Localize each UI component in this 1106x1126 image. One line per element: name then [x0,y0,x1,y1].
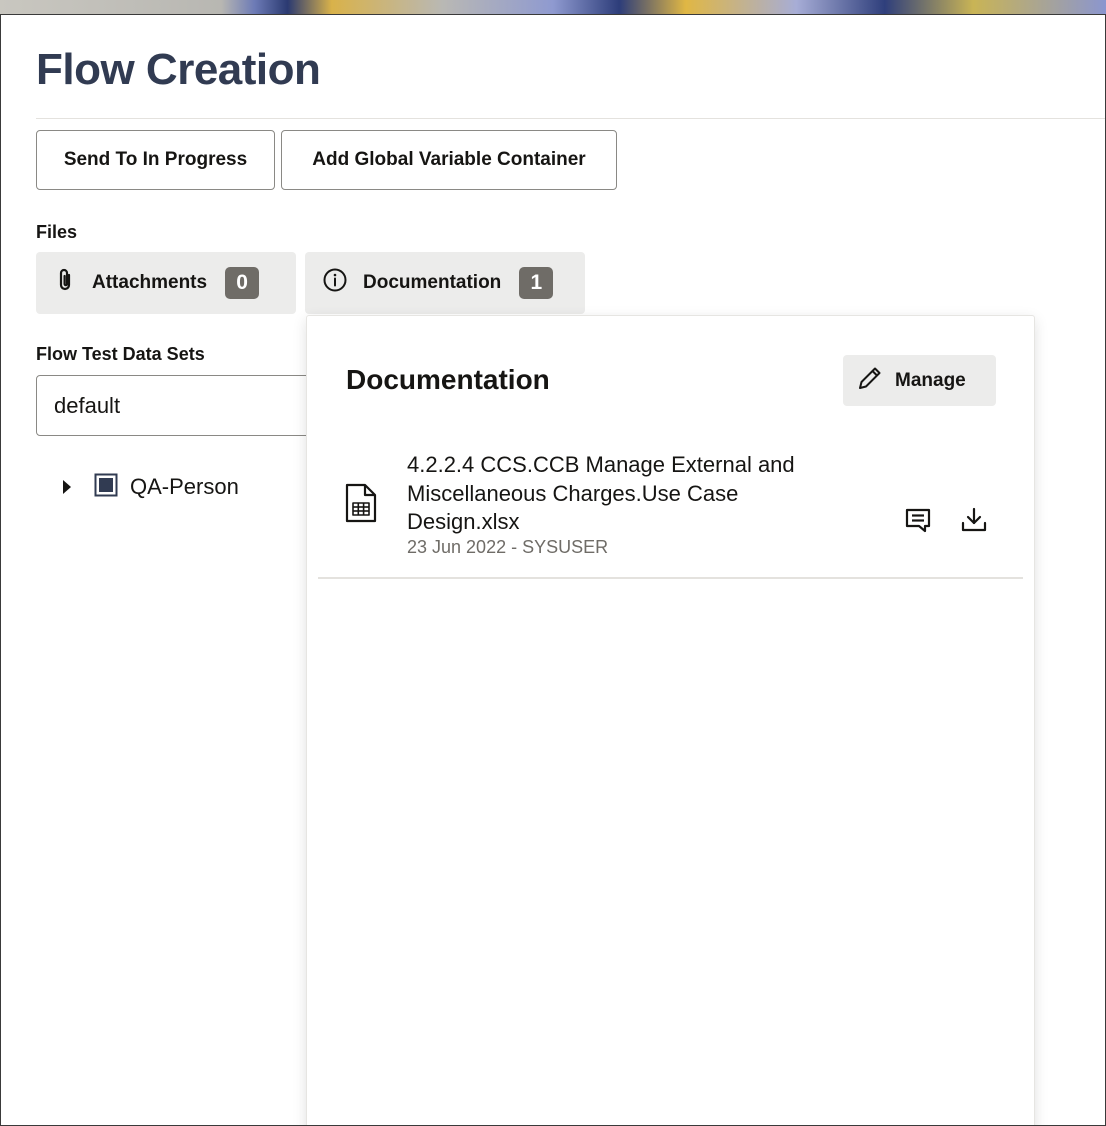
popover-title: Documentation [346,364,550,395]
attachments-count-badge: 0 [225,267,260,299]
expand-caret-icon[interactable] [56,476,78,498]
document-meta: 23 Jun 2022 - SYSUSER [407,537,609,557]
manage-button[interactable]: Manage [843,355,996,406]
title-divider [36,118,1105,119]
attachments-label: Attachments [92,272,208,293]
grid-icon [94,473,118,502]
tree-item-qa-person[interactable]: QA-Person [56,469,239,505]
documentation-tab[interactable]: Documentation 1 [305,252,585,314]
attachments-tab[interactable]: Attachments 0 [36,252,296,314]
files-label: Files [36,222,78,242]
background-wallpaper-strip [0,0,1106,14]
page-title: Flow Creation [36,45,321,94]
info-icon [323,268,347,298]
pencil-icon [857,365,883,397]
test-data-set-select[interactable]: default [36,375,336,436]
document-file-name[interactable]: 4.2.2.4 CCS.CCB Manage External and Misc… [407,451,837,537]
manage-label: Manage [895,369,966,391]
download-icon[interactable] [956,502,992,538]
paperclip-icon [54,267,76,299]
spreadsheet-file-icon [345,483,377,528]
flow-creation-window: Flow Creation Send To In Progress Add Gl… [0,14,1106,1126]
documentation-count-badge: 1 [519,267,554,299]
comment-icon[interactable] [900,502,936,538]
add-global-variable-container-button[interactable]: Add Global Variable Container [281,130,617,190]
flow-test-data-sets-label: Flow Test Data Sets [36,344,205,364]
documentation-list-item: 4.2.2.4 CCS.CCB Manage External and Misc… [318,451,1023,579]
tree-item-label: QA-Person [130,474,239,499]
send-to-in-progress-button[interactable]: Send To In Progress [36,130,275,190]
documentation-label: Documentation [363,272,502,293]
documentation-popover: Documentation Manage 4.2.2.4 CCS.CCB Man… [306,315,1035,1125]
